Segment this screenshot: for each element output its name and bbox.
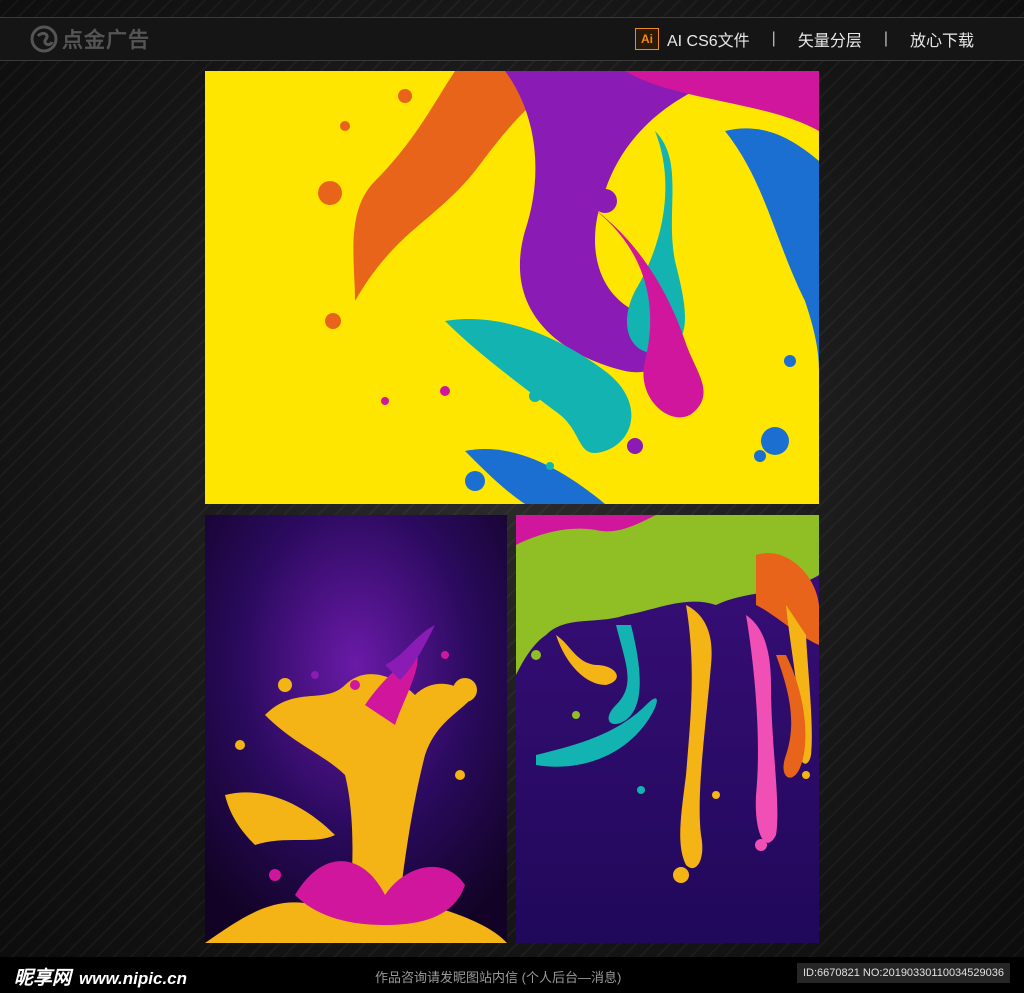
- nipic-brand[interactable]: 昵享网 www.nipic.cn: [14, 963, 187, 990]
- colorful-drip-artwork: [516, 515, 819, 943]
- download-label: 放心下载: [909, 33, 974, 50]
- vector-layers-label: 矢量分层: [797, 33, 862, 50]
- file-format-label: AI CS6文件: [666, 33, 750, 50]
- illustrator-icon: Ai: [634, 28, 659, 50]
- site-logo[interactable]: 点金广告: [30, 25, 150, 53]
- brand-url: www.nipic.cn: [79, 969, 188, 988]
- separator: |: [883, 30, 888, 47]
- logo-swirl-icon: [30, 25, 58, 53]
- image-id-badge: ID:6670821 NO:20190330110034529036: [796, 963, 1010, 983]
- purple-gold-splash-artwork: [205, 515, 507, 943]
- footer-bar: 昵享网 www.nipic.cn 作品咨询请发昵图站内信 (个人后台—消息) ID…: [0, 957, 1024, 993]
- yellow-splash-artwork: [205, 71, 819, 504]
- contact-note: 作品咨询请发昵图站内信 (个人后台—消息): [375, 970, 622, 985]
- brand-name: 昵享网: [14, 968, 72, 989]
- separator: |: [771, 30, 776, 47]
- logo-text: 点金广告: [62, 29, 150, 52]
- header-bar: 点金广告 Ai AI CS6文件 | 矢量分层 | 放心下载: [0, 17, 1024, 61]
- file-info-nav: Ai AI CS6文件 | 矢量分层 | 放心下载: [634, 18, 974, 60]
